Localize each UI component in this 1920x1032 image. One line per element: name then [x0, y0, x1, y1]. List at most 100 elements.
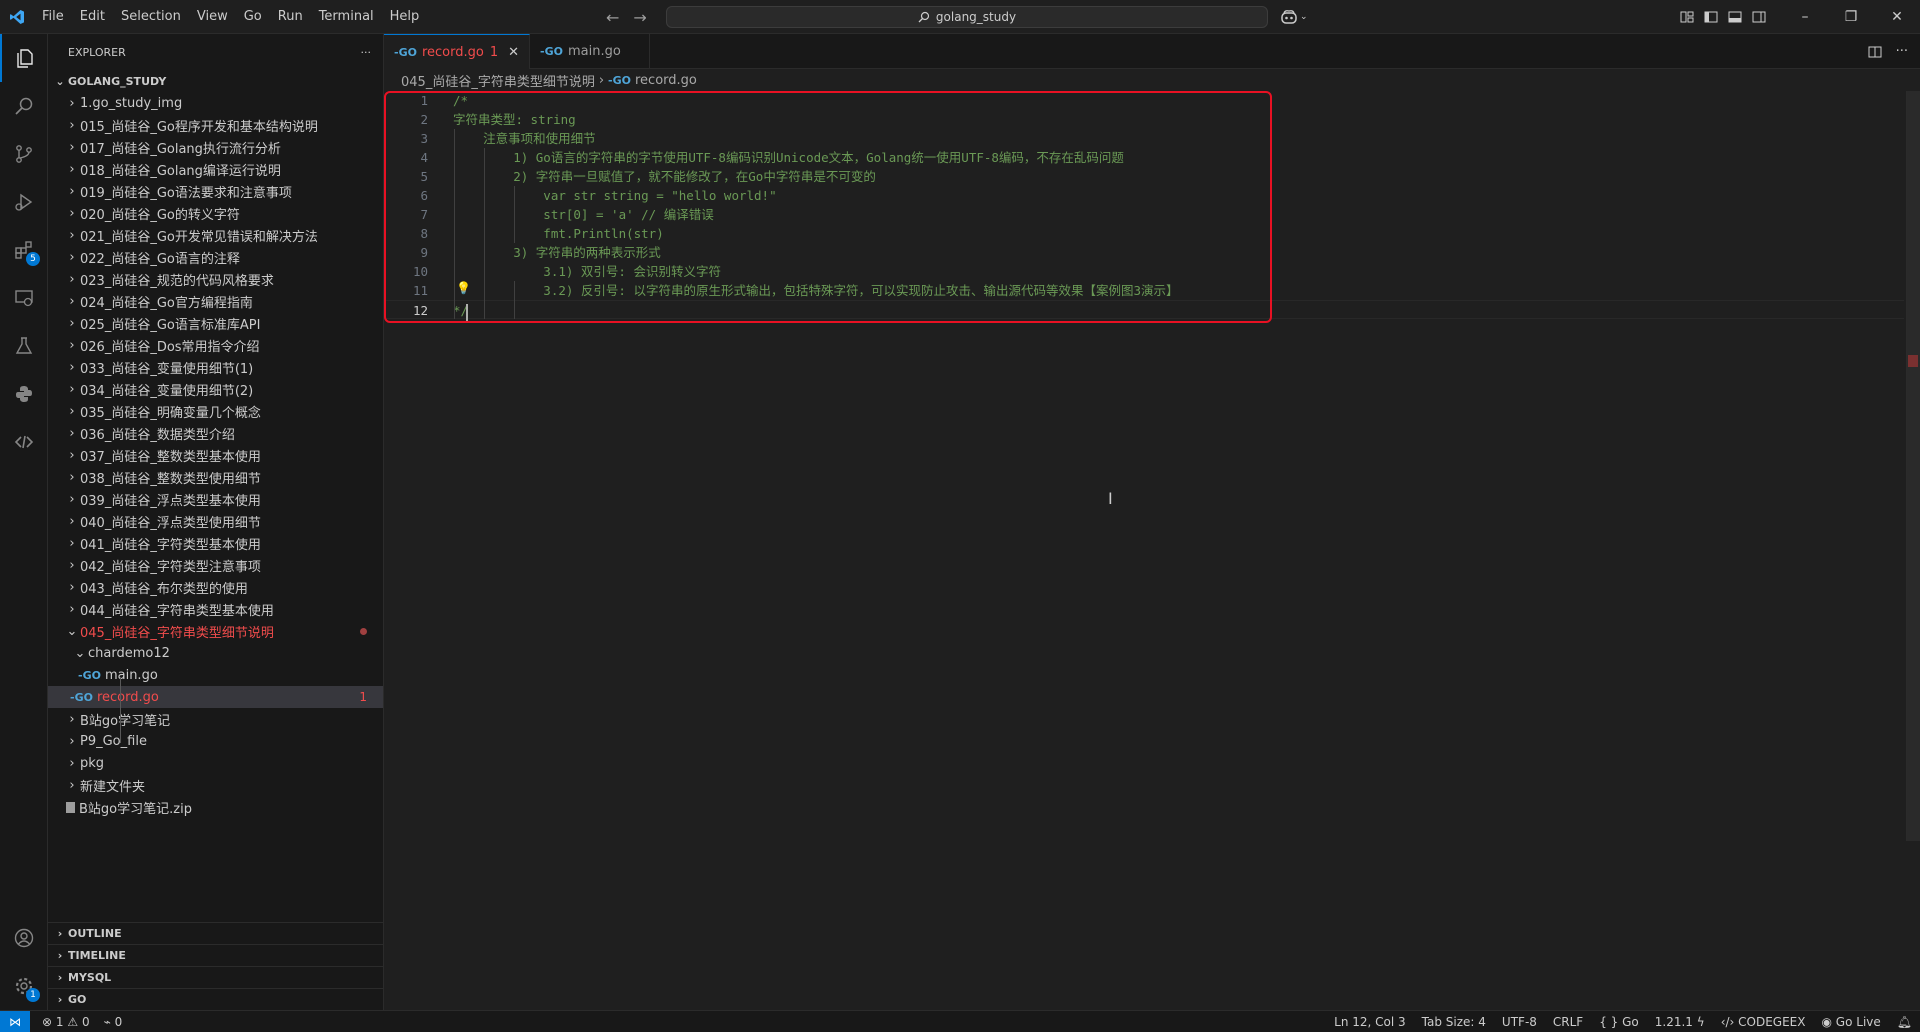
tree-folder[interactable]: › 023_尚硅谷_规范的代码风格要求	[48, 268, 383, 290]
breadcrumb-file[interactable]: record.go	[635, 73, 697, 88]
cursor-position[interactable]: Ln 12, Col 3	[1334, 1015, 1406, 1029]
breadcrumb-folder[interactable]: 045_尚硅谷_字符串类型细节说明	[401, 71, 595, 90]
go-live-button[interactable]: ◉ Go Live	[1822, 1015, 1881, 1029]
testing-flask-icon[interactable]	[0, 322, 48, 370]
code-line[interactable]: 10 3.1) 双引号: 会识别转义字符	[384, 262, 1904, 281]
tree-folder[interactable]: › 021_尚硅谷_Go开发常见错误和解决方法	[48, 224, 383, 246]
lightbulb-icon[interactable]: 💡	[456, 281, 471, 295]
panel-mysql[interactable]: › MYSQL	[48, 966, 384, 988]
code-line[interactable]: 12 */	[384, 300, 1904, 319]
panel-timeline[interactable]: › TIMELINE	[48, 944, 384, 966]
remote-indicator-icon[interactable]: ⋈	[0, 1010, 30, 1032]
code-line[interactable]: 2 字符串类型: string	[384, 110, 1904, 129]
code-line[interactable]: 4 1) Go语言的字符串的字节使用UTF-8编码识别Unicode文本，Gol…	[384, 148, 1904, 167]
forward-arrow-icon[interactable]: →	[633, 8, 646, 27]
tree-folder[interactable]: › 新建文件夹	[48, 774, 383, 796]
minimize-button[interactable]: –	[1782, 0, 1828, 34]
tree-folder[interactable]: › 036_尚硅谷_数据类型介绍	[48, 422, 383, 444]
code-line[interactable]: 5 2) 字符串一旦赋值了，就不能修改了，在Go中字符串是不可变的	[384, 167, 1904, 186]
tree-folder[interactable]: › B站go学习笔记	[48, 708, 383, 730]
notifications-bell-icon[interactable]: 🔔︎	[1897, 1015, 1912, 1029]
tree-folder[interactable]: › 026_尚硅谷_Dos常用指令介绍	[48, 334, 383, 356]
split-editor-icon[interactable]	[1868, 45, 1882, 59]
manage-gear-icon[interactable]: 1	[0, 962, 48, 1010]
ports-indicator[interactable]: ⌁ 0	[104, 1015, 123, 1029]
code-line[interactable]: 1 /*	[384, 91, 1904, 110]
menu-edit[interactable]: Edit	[72, 0, 113, 34]
menu-file[interactable]: File	[34, 0, 72, 34]
customize-layout-icon[interactable]	[1680, 10, 1694, 24]
tree-folder[interactable]: › 020_尚硅谷_Go的转义字符	[48, 202, 383, 224]
panel-outline[interactable]: › OUTLINE	[48, 922, 384, 944]
tree-folder[interactable]: › 018_尚硅谷_Golang编译运行说明	[48, 158, 383, 180]
panel-go[interactable]: › GO	[48, 988, 384, 1010]
folder-chardemo12[interactable]: ⌄ chardemo12	[48, 642, 383, 664]
tree-folder[interactable]: › 022_尚硅谷_Go语言的注释	[48, 246, 383, 268]
encoding[interactable]: UTF-8	[1502, 1015, 1537, 1029]
accounts-icon[interactable]	[0, 914, 48, 962]
go-version[interactable]: 1.21.1 ϟ	[1655, 1015, 1705, 1029]
code-line[interactable]: 7 str[0] = 'a' // 编译错误	[384, 205, 1904, 224]
toggle-panel-icon[interactable]	[1728, 10, 1742, 24]
close-window-button[interactable]: ✕	[1874, 0, 1920, 34]
file-zip[interactable]: B站go学习笔记.zip	[48, 796, 383, 818]
tree-folder[interactable]: › 1.go_study_img	[48, 92, 383, 114]
tree-folder[interactable]: › 034_尚硅谷_变量使用细节(2)	[48, 378, 383, 400]
menu-terminal[interactable]: Terminal	[311, 0, 382, 34]
tree-folder[interactable]: › pkg	[48, 752, 383, 774]
code-line[interactable]: 8 fmt.Println(str)	[384, 224, 1904, 243]
codegeex-status[interactable]: ‹/› CODEGEEX	[1721, 1015, 1806, 1029]
line-ending[interactable]: CRLF	[1553, 1015, 1583, 1029]
tree-folder[interactable]: › P9_Go_file	[48, 730, 383, 752]
tree-folder[interactable]: › 042_尚硅谷_字符类型注意事项	[48, 554, 383, 576]
more-actions-icon[interactable]: ···	[1896, 44, 1908, 59]
more-actions-icon[interactable]: ···	[361, 46, 372, 59]
menu-go[interactable]: Go	[236, 0, 270, 34]
source-control-icon[interactable]	[0, 130, 48, 178]
workspace-root-folder[interactable]: ⌄ GOLANG_STUDY	[48, 70, 383, 92]
tree-folder[interactable]: › 039_尚硅谷_浮点类型基本使用	[48, 488, 383, 510]
file-record-go[interactable]: -GO record.go 1	[48, 686, 383, 708]
toggle-primary-sidebar-icon[interactable]	[1704, 10, 1718, 24]
tab-size[interactable]: Tab Size: 4	[1422, 1015, 1486, 1029]
code-editor[interactable]: 1/* 2 字符串类型: string 3 注意事项和使用细节 4 1) Go语言的字符…	[384, 91, 1920, 1010]
search-icon[interactable]	[0, 82, 48, 130]
tree-folder[interactable]: › 037_尚硅谷_整数类型基本使用	[48, 444, 383, 466]
remote-explorer-icon[interactable]	[0, 274, 48, 322]
menu-help[interactable]: Help	[382, 0, 428, 34]
menu-view[interactable]: View	[189, 0, 236, 34]
codegeex-icon[interactable]	[0, 418, 48, 466]
restore-button[interactable]: ❐	[1828, 0, 1874, 34]
code-line[interactable]: 3 注意事项和使用细节	[384, 129, 1904, 148]
file-main-go[interactable]: -GO main.go	[48, 664, 383, 686]
tree-folder[interactable]: › 025_尚硅谷_Go语言标准库API	[48, 312, 383, 334]
tree-folder[interactable]: › 019_尚硅谷_Go语法要求和注意事项	[48, 180, 383, 202]
run-debug-icon[interactable]	[0, 178, 48, 226]
tree-folder[interactable]: › 033_尚硅谷_变量使用细节(1)	[48, 356, 383, 378]
tree-folder[interactable]: › 017_尚硅谷_Golang执行流行分析	[48, 136, 383, 158]
close-tab-icon[interactable]: ✕	[508, 45, 519, 60]
code-line[interactable]: 6 var str string = "hello world!"	[384, 186, 1904, 205]
code-line[interactable]: 9 3) 字符串的两种表示形式	[384, 243, 1904, 262]
menu-selection[interactable]: Selection	[113, 0, 189, 34]
tree-folder[interactable]: › 041_尚硅谷_字符类型基本使用	[48, 532, 383, 554]
tab-main-go[interactable]: -GO main.go	[530, 34, 651, 69]
tree-folder[interactable]: › 040_尚硅谷_浮点类型使用细节	[48, 510, 383, 532]
code-line[interactable]: 11 3.2) 反引号: 以字符串的原生形式输出，包括特殊字符，可以实现防止攻击…	[384, 281, 1904, 300]
command-center-search[interactable]: golang_study	[666, 6, 1268, 28]
copilot-menu[interactable]: ⌄	[1280, 7, 1308, 27]
folder-045-string-details[interactable]: ⌄ 045_尚硅谷_字符串类型细节说明	[48, 620, 383, 642]
back-arrow-icon[interactable]: ←	[606, 8, 619, 27]
toggle-secondary-sidebar-icon[interactable]	[1752, 10, 1766, 24]
python-icon[interactable]	[0, 370, 48, 418]
tree-folder[interactable]: › 015_尚硅谷_Go程序开发和基本结构说明	[48, 114, 383, 136]
tree-folder[interactable]: › 035_尚硅谷_明确变量几个概念	[48, 400, 383, 422]
tree-folder[interactable]: › 038_尚硅谷_整数类型使用细节	[48, 466, 383, 488]
editor-scrollbar[interactable]	[1906, 91, 1920, 841]
tab-record-go[interactable]: -GO record.go 1 ✕	[384, 34, 531, 69]
menu-run[interactable]: Run	[270, 0, 311, 34]
explorer-icon[interactable]	[0, 34, 48, 82]
tree-folder[interactable]: › 044_尚硅谷_字符串类型基本使用	[48, 598, 383, 620]
tree-folder[interactable]: › 024_尚硅谷_Go官方编程指南	[48, 290, 383, 312]
tree-folder[interactable]: › 043_尚硅谷_布尔类型的使用	[48, 576, 383, 598]
